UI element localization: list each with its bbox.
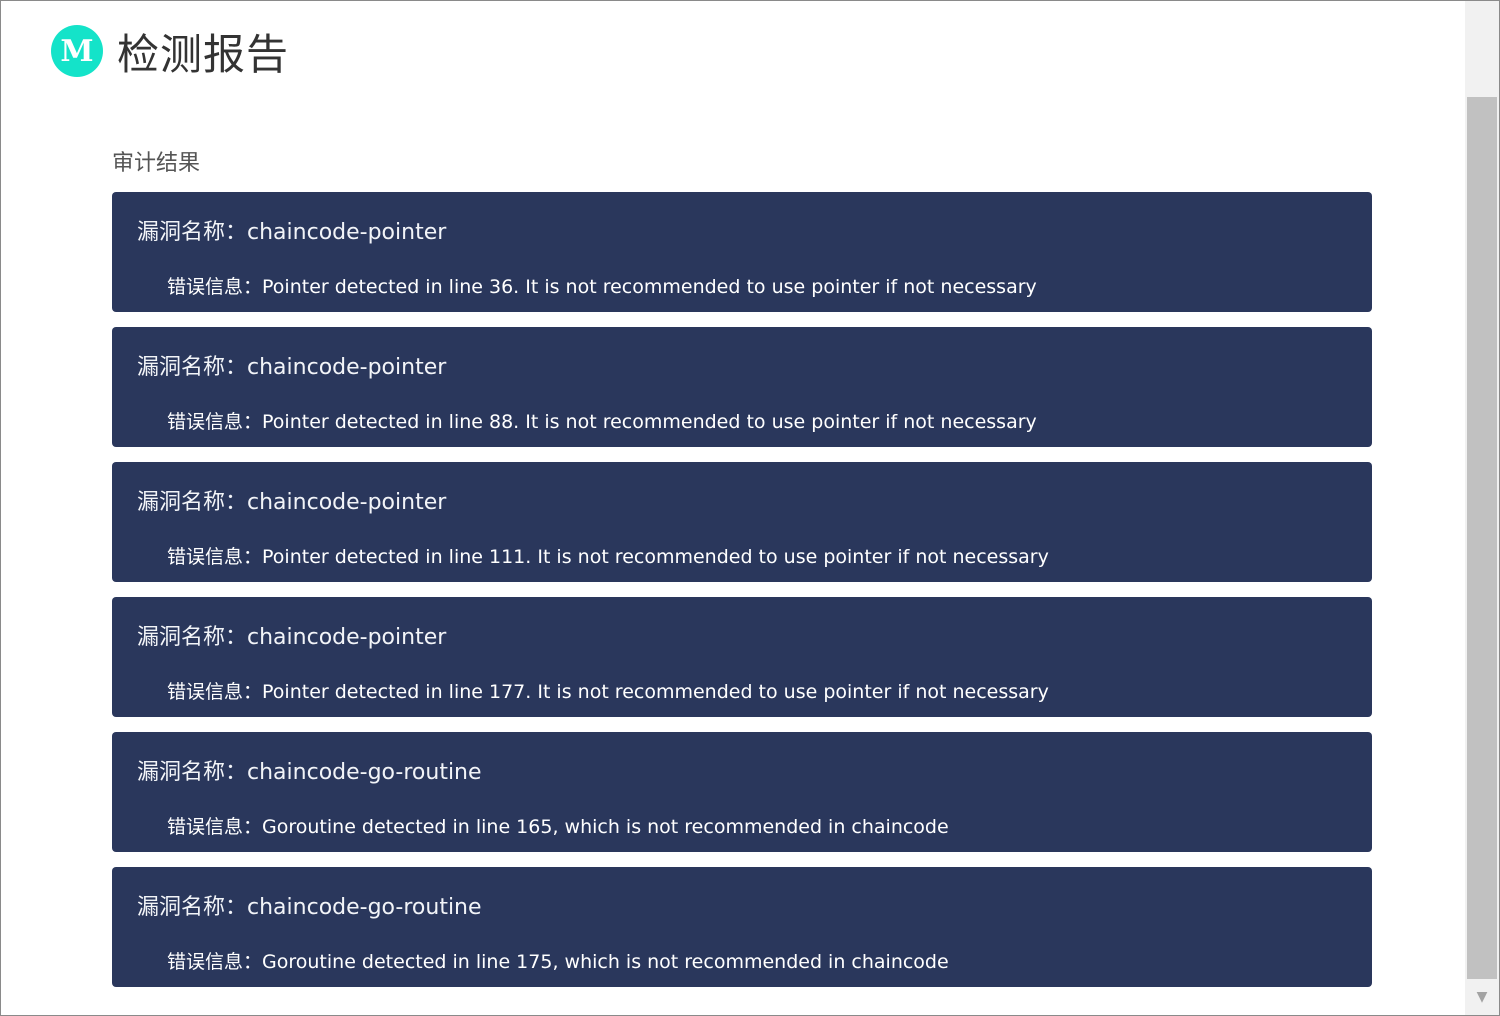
scrollbar-thumb[interactable] [1467, 97, 1497, 979]
vuln-name-label: 漏洞名称： [137, 895, 248, 920]
error-info-label: 错误信息： [167, 816, 263, 838]
error-message-row: 错误信息：Pointer detected in line 36. It is … [167, 272, 1037, 299]
error-message-row: 错误信息：Pointer detected in line 111. It is… [167, 542, 1049, 569]
vuln-name-row: 漏洞名称：chaincode-go-routine [137, 754, 482, 786]
error-info-label: 错误信息： [167, 951, 263, 973]
result-card: 漏洞名称：chaincode-pointer 错误信息：Pointer dete… [112, 192, 1372, 312]
vuln-name-value: chaincode-pointer [247, 625, 447, 650]
report-window: M 检测报告 审计结果 漏洞名称：chaincode-pointer 错误信息：… [0, 0, 1500, 1016]
error-message-row: 错误信息：Goroutine detected in line 175, whi… [167, 947, 949, 974]
error-info-label: 错误信息： [167, 411, 263, 433]
page-title: 检测报告 [117, 29, 290, 79]
result-card: 漏洞名称：chaincode-go-routine 错误信息：Goroutine… [112, 732, 1372, 852]
result-card: 漏洞名称：chaincode-pointer 错误信息：Pointer dete… [112, 462, 1372, 582]
vuln-name-value: chaincode-go-routine [247, 895, 482, 920]
vuln-name-label: 漏洞名称： [137, 760, 248, 785]
vuln-name-value: chaincode-pointer [247, 355, 447, 380]
vertical-scrollbar[interactable]: ▼ [1465, 1, 1499, 1015]
error-info-label: 错误信息： [167, 681, 263, 703]
vuln-name-value: chaincode-pointer [247, 220, 447, 245]
error-message-value: Goroutine detected in line 165, which is… [262, 816, 949, 838]
result-list: 漏洞名称：chaincode-pointer 错误信息：Pointer dete… [112, 192, 1372, 1002]
error-message-value: Pointer detected in line 88. It is not r… [262, 411, 1037, 433]
report-content: M 检测报告 审计结果 漏洞名称：chaincode-pointer 错误信息：… [1, 1, 1465, 1015]
vuln-name-row: 漏洞名称：chaincode-pointer [137, 484, 446, 516]
error-message-value: Pointer detected in line 36. It is not r… [262, 276, 1037, 298]
vuln-name-value: chaincode-pointer [247, 490, 447, 515]
error-message-value: Pointer detected in line 111. It is not … [262, 546, 1049, 568]
error-info-label: 错误信息： [167, 546, 263, 568]
error-message-value: Goroutine detected in line 175, which is… [262, 951, 949, 973]
vuln-name-label: 漏洞名称： [137, 220, 248, 245]
scroll-down-arrow-icon[interactable]: ▼ [1465, 987, 1499, 1007]
error-message-row: 错误信息：Pointer detected in line 177. It is… [167, 677, 1049, 704]
error-info-label: 错误信息： [167, 276, 263, 298]
vuln-name-label: 漏洞名称： [137, 490, 248, 515]
vuln-name-label: 漏洞名称： [137, 625, 248, 650]
error-message-value: Pointer detected in line 177. It is not … [262, 681, 1049, 703]
vuln-name-row: 漏洞名称：chaincode-pointer [137, 349, 446, 381]
result-card: 漏洞名称：chaincode-pointer 错误信息：Pointer dete… [112, 597, 1372, 717]
error-message-row: 错误信息：Pointer detected in line 88. It is … [167, 407, 1037, 434]
vuln-name-row: 漏洞名称：chaincode-pointer [137, 619, 446, 651]
vuln-name-row: 漏洞名称：chaincode-go-routine [137, 889, 482, 921]
vuln-name-label: 漏洞名称： [137, 355, 248, 380]
error-message-row: 错误信息：Goroutine detected in line 165, whi… [167, 812, 949, 839]
result-card: 漏洞名称：chaincode-go-routine 错误信息：Goroutine… [112, 867, 1372, 987]
section-title: 审计结果 [112, 151, 201, 176]
vuln-name-row: 漏洞名称：chaincode-pointer [137, 214, 446, 246]
logo-icon: M [51, 25, 103, 77]
result-card: 漏洞名称：chaincode-pointer 错误信息：Pointer dete… [112, 327, 1372, 447]
vuln-name-value: chaincode-go-routine [247, 760, 482, 785]
page-header: M 检测报告 [51, 21, 289, 81]
